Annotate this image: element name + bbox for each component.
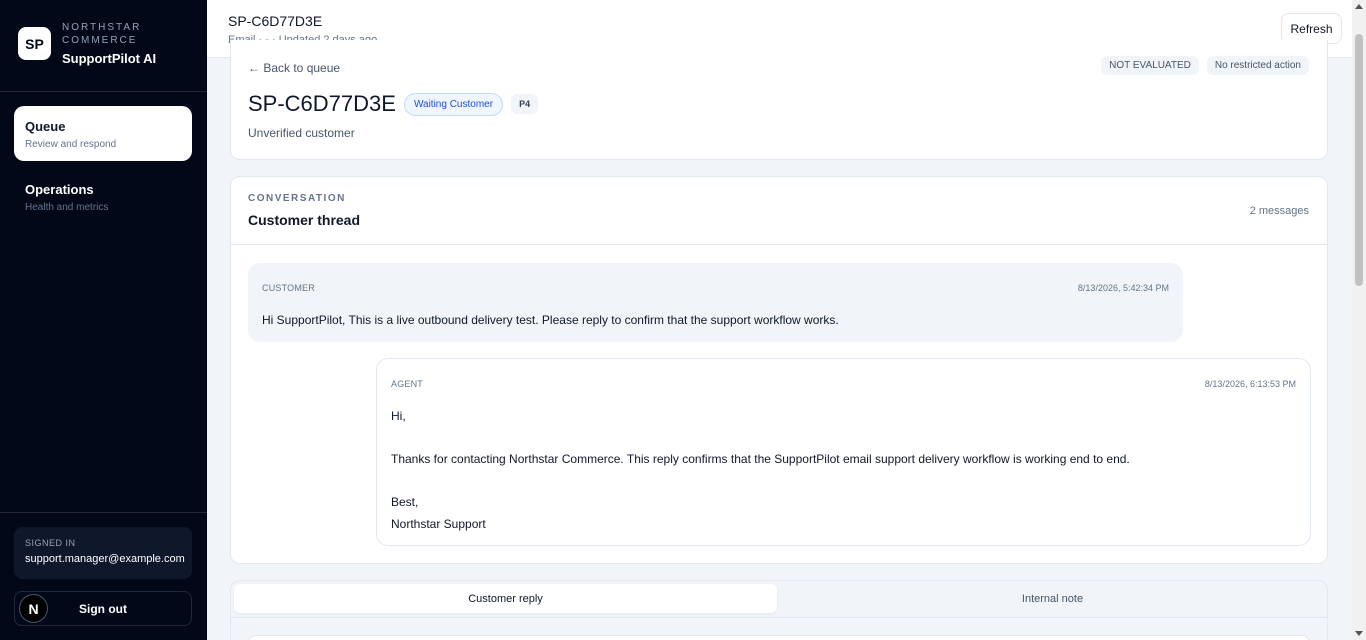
ticket-flags: NOT EVALUATED No restricted action xyxy=(1101,56,1309,75)
app-name: SupportPilot AI xyxy=(62,51,157,66)
sidebar-item-queue[interactable]: Queue Review and respond xyxy=(14,106,192,161)
avatar: N xyxy=(19,594,48,623)
message-role: AGENT xyxy=(391,379,424,389)
evaluation-badge: NOT EVALUATED xyxy=(1101,56,1199,75)
message-body: Hi, Thanks for contacting Northstar Comm… xyxy=(391,409,1130,531)
user-email: support.manager@example.com xyxy=(25,553,185,565)
section-title: Customer thread xyxy=(248,212,361,228)
tab-divider xyxy=(231,617,1327,618)
sign-out-button[interactable]: N Sign out xyxy=(14,591,192,626)
message-role: CUSTOMER xyxy=(262,283,315,293)
message-timestamp: 8/13/2026, 6:13:53 PM xyxy=(1204,379,1296,389)
message-timestamp: 8/13/2026, 5:42:34 PM xyxy=(1077,283,1169,293)
sidebar: SP NORTHSTAR COMMERCE SupportPilot AI Qu… xyxy=(0,0,207,640)
app-logo: SP xyxy=(18,27,51,60)
restriction-badge: No restricted action xyxy=(1206,56,1309,75)
scrollbar-thumb[interactable] xyxy=(1355,34,1363,286)
message-agent: AGENT 8/13/2026, 6:13:53 PM Hi, Thanks f… xyxy=(376,358,1311,546)
conversation-card: CONVERSATION Customer thread 2 messages … xyxy=(230,176,1328,564)
sign-out-label: Sign out xyxy=(79,601,127,616)
signed-in-label: SIGNED IN xyxy=(25,538,76,548)
scroll-down-icon[interactable] xyxy=(1355,631,1363,636)
sidebar-divider xyxy=(0,91,207,92)
nav-label: Queue xyxy=(25,119,66,134)
message-body: Hi SupportPilot, This is a live outbound… xyxy=(262,313,839,327)
tab-internal-note[interactable]: Internal note xyxy=(780,584,1325,613)
status-badge: Waiting Customer xyxy=(403,92,504,116)
message-customer: CUSTOMER 8/13/2026, 5:42:34 PM Hi Suppor… xyxy=(248,263,1183,342)
brand: SP NORTHSTAR COMMERCE SupportPilot AI xyxy=(18,21,156,66)
nav-sub: Review and respond xyxy=(25,139,117,150)
page-scrollbar[interactable] xyxy=(1352,0,1366,640)
ticket-id: SP-C6D77D3E xyxy=(248,91,396,116)
org-name: NORTHSTAR COMMERCE xyxy=(62,22,142,46)
customer-verification: Unverified customer xyxy=(248,126,355,140)
tab-customer-reply[interactable]: Customer reply xyxy=(234,584,777,613)
back-to-queue-link[interactable]: ← Back to queue xyxy=(248,61,340,75)
reply-editor[interactable] xyxy=(248,635,1310,640)
sidebar-divider xyxy=(0,512,207,513)
compose-card: Customer reply Internal note xyxy=(230,580,1328,640)
section-eyebrow: CONVERSATION xyxy=(248,193,346,204)
ticket-summary-card: ← Back to queue NOT EVALUATED No restric… xyxy=(230,40,1328,160)
scroll-up-icon[interactable] xyxy=(1355,4,1363,9)
nav-label: Operations xyxy=(25,182,94,197)
nav-sub: Health and metrics xyxy=(25,202,109,213)
priority-badge: P4 xyxy=(511,94,539,114)
sidebar-item-operations[interactable]: Operations Health and metrics xyxy=(14,169,192,224)
message-count: 2 messages xyxy=(1249,205,1309,217)
page-title: SP-C6D77D3E xyxy=(228,13,323,29)
signed-in-panel: SIGNED IN support.manager@example.com xyxy=(14,527,192,579)
